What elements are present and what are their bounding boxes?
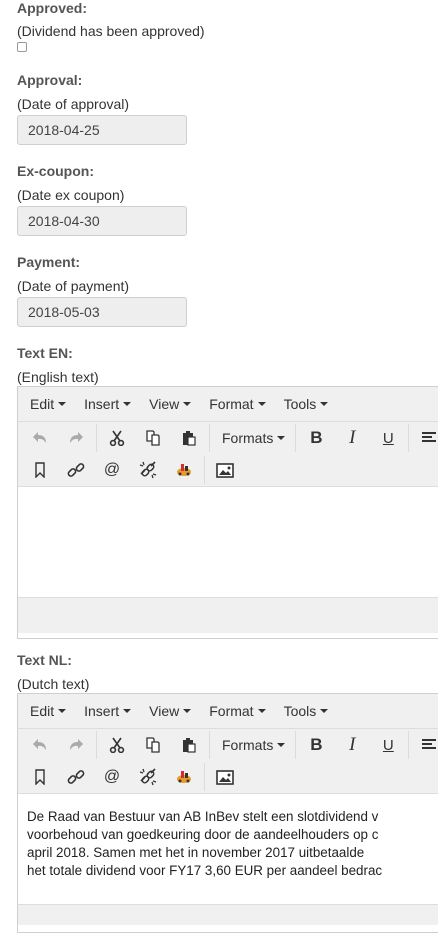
- redo-icon[interactable]: [58, 424, 94, 452]
- toolbar-separator: [96, 424, 97, 452]
- menu-view[interactable]: View: [140, 694, 200, 728]
- toolbar-separator: [408, 731, 410, 759]
- chevron-down-icon: [123, 402, 132, 406]
- formats-dropdown[interactable]: Formats: [212, 424, 293, 452]
- toolbar-separator: [209, 424, 210, 452]
- chevron-down-icon: [257, 709, 266, 713]
- italic-icon[interactable]: I: [334, 424, 370, 452]
- copy-icon[interactable]: [135, 731, 171, 759]
- special-icon[interactable]: [166, 763, 202, 791]
- image-icon[interactable]: [207, 456, 243, 484]
- bookmark-icon[interactable]: [22, 763, 58, 791]
- text-en-content[interactable]: [18, 487, 438, 597]
- menu-format[interactable]: Format: [200, 694, 274, 728]
- underline-icon[interactable]: U: [370, 424, 406, 452]
- text-en-statusbar: [18, 597, 438, 633]
- chevron-down-icon: [320, 709, 329, 713]
- payment-hint: (Date of payment): [17, 278, 130, 294]
- menu-insert[interactable]: Insert: [75, 694, 140, 728]
- text-nl-statusbar: [18, 904, 438, 925]
- link-icon[interactable]: [58, 456, 94, 484]
- unlink-icon[interactable]: [130, 763, 166, 791]
- toolbar-separator: [204, 763, 205, 791]
- text-nl-editor: Edit Insert View Format Tools Formats B …: [17, 693, 438, 933]
- chevron-down-icon: [277, 436, 286, 440]
- toolbar-separator: [295, 731, 297, 759]
- approved-hint: (Dividend has been approved): [17, 23, 205, 39]
- text-nl-label: Text NL:: [17, 652, 72, 668]
- undo-icon[interactable]: [22, 424, 58, 452]
- chevron-down-icon: [58, 402, 67, 406]
- approved-label: Approved:: [17, 0, 87, 16]
- toolbar-separator: [204, 456, 205, 484]
- approval-hint: (Date of approval): [17, 96, 130, 112]
- editor-toolbar: Formats B I U @: [18, 729, 438, 794]
- text-line: april 2018. Samen met het in november 20…: [27, 845, 365, 860]
- toolbar-separator: [209, 731, 210, 759]
- text-en-editor: Edit Insert View Format Tools Formats B …: [17, 386, 438, 639]
- menu-edit[interactable]: Edit: [21, 694, 75, 728]
- chevron-down-icon: [257, 402, 266, 406]
- editor-toolbar: Formats B I U @: [18, 422, 438, 487]
- chevron-down-icon: [277, 743, 286, 747]
- italic-icon[interactable]: I: [334, 731, 370, 759]
- editor-menubar: Edit Insert View Format Tools: [18, 387, 438, 422]
- special-icon[interactable]: [166, 456, 202, 484]
- undo-icon[interactable]: [22, 731, 58, 759]
- text-line: het totale dividend voor FY17 3,60 EUR p…: [27, 863, 383, 878]
- text-line: voorbehoud van goedkeuring door de aande…: [27, 827, 379, 842]
- ex-coupon-date-input[interactable]: 2018-04-30: [17, 206, 187, 236]
- formats-dropdown[interactable]: Formats: [212, 731, 293, 759]
- bookmark-icon[interactable]: [22, 456, 58, 484]
- cut-icon[interactable]: [99, 424, 135, 452]
- text-nl-paragraph: De Raad van Bestuur van AB InBev stelt e…: [18, 794, 438, 880]
- menu-tools[interactable]: Tools: [275, 694, 338, 728]
- payment-date-input[interactable]: 2018-05-03: [17, 297, 187, 327]
- menu-tools[interactable]: Tools: [275, 387, 338, 421]
- text-line: De Raad van Bestuur van AB InBev stelt e…: [27, 809, 379, 824]
- email-icon[interactable]: @: [94, 763, 130, 791]
- paste-icon[interactable]: [171, 731, 207, 759]
- chevron-down-icon: [183, 709, 192, 713]
- ex-coupon-hint: (Date ex coupon): [17, 187, 125, 203]
- approval-label: Approval:: [17, 72, 83, 88]
- bold-icon[interactable]: B: [298, 731, 334, 759]
- approval-date-input[interactable]: 2018-04-25: [17, 115, 187, 145]
- text-en-hint: (English text): [17, 369, 99, 385]
- image-icon[interactable]: [207, 763, 243, 791]
- chevron-down-icon: [58, 709, 67, 713]
- paste-icon[interactable]: [171, 424, 207, 452]
- menu-insert[interactable]: Insert: [75, 387, 140, 421]
- chevron-down-icon: [183, 402, 192, 406]
- toolbar-separator: [408, 424, 410, 452]
- underline-icon[interactable]: U: [370, 731, 406, 759]
- redo-icon[interactable]: [58, 731, 94, 759]
- text-nl-content[interactable]: De Raad van Bestuur van AB InBev stelt e…: [18, 794, 438, 904]
- payment-label: Payment:: [17, 254, 81, 270]
- copy-icon[interactable]: [135, 424, 171, 452]
- cut-icon[interactable]: [99, 731, 135, 759]
- toolbar-separator: [96, 731, 97, 759]
- chevron-down-icon: [320, 402, 329, 406]
- toolbar-separator: [295, 424, 297, 452]
- menu-format[interactable]: Format: [200, 387, 274, 421]
- approved-checkbox[interactable]: [17, 42, 27, 52]
- chevron-down-icon: [123, 709, 132, 713]
- text-nl-hint: (Dutch text): [17, 676, 90, 692]
- editor-menubar: Edit Insert View Format Tools: [18, 694, 438, 729]
- align-left-icon[interactable]: [411, 731, 438, 759]
- ex-coupon-label: Ex-coupon:: [17, 163, 94, 179]
- unlink-icon[interactable]: [130, 456, 166, 484]
- text-en-label: Text EN:: [17, 345, 73, 361]
- link-icon[interactable]: [58, 763, 94, 791]
- menu-view[interactable]: View: [140, 387, 200, 421]
- bold-icon[interactable]: B: [298, 424, 334, 452]
- align-left-icon[interactable]: [411, 424, 438, 452]
- email-icon[interactable]: @: [94, 456, 130, 484]
- menu-edit[interactable]: Edit: [21, 387, 75, 421]
